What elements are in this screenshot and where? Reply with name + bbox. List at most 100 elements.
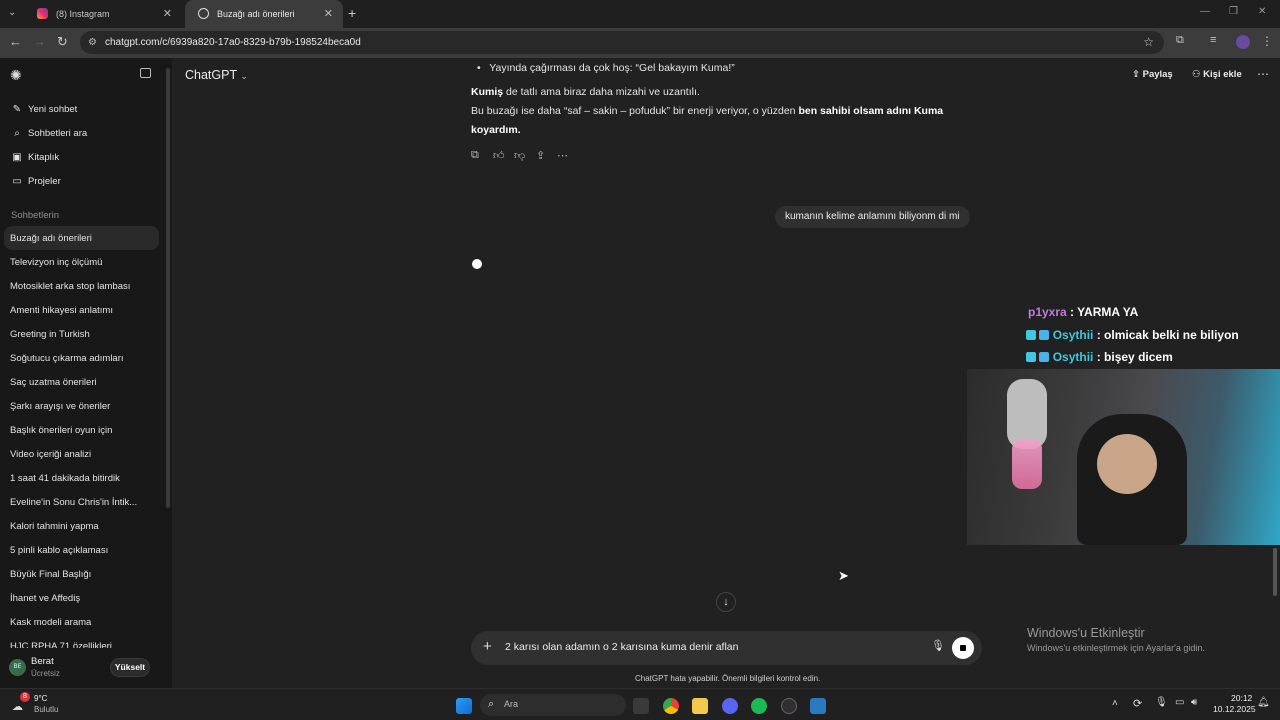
sidebar-chat-item[interactable]: Kask modeli arama xyxy=(10,617,91,628)
sidebar-chat-item[interactable]: Amenti hikayesi anlatımı xyxy=(10,305,113,316)
task-view-icon[interactable] xyxy=(633,698,649,714)
sidebar-chat-item[interactable]: Televizyon inç ölçümü xyxy=(10,257,102,268)
thumbs-down-icon[interactable]: 👎︎ xyxy=(514,149,525,162)
site-info-icon[interactable]: ⚙ xyxy=(88,31,97,54)
browser-toolbar: ⚙ chatgpt.com/c/6939a820-17a0-8329-b79b-… xyxy=(0,28,1280,58)
upgrade-button[interactable]: Yükselt xyxy=(110,658,150,677)
sidebar-chat-item[interactable]: Eveline'in Sonu Chris'in İntik... xyxy=(10,497,137,508)
assistant-bullet-item: • Yayında çağırması da çok hoş: “Gel bak… xyxy=(477,59,735,78)
sidebar-chat-item[interactable]: Kalori tahmini yapma xyxy=(10,521,99,532)
new-tab-icon[interactable]: + xyxy=(348,5,356,21)
more-options-icon[interactable]: ⋯ xyxy=(1257,67,1269,81)
tray-sync-icon[interactable]: ⟳ xyxy=(1133,697,1142,710)
composer: + 2 karısı olan adamın o 2 karısına kuma… xyxy=(471,631,982,665)
minimize-icon[interactable]: — xyxy=(1200,6,1210,17)
stop-generation-button[interactable] xyxy=(952,637,974,659)
sidebar-chat-item[interactable]: 1 saat 41 dakikada bitirdik xyxy=(10,473,120,484)
tab-chatgpt[interactable]: Buzağı adı önerileri ✕ xyxy=(185,0,343,28)
close-icon[interactable]: ✕ xyxy=(163,7,172,20)
activation-watermark-title: Windows'u Etkinleştir xyxy=(1027,626,1145,640)
sidebar-chat-item[interactable]: Şarkı arayışı ve öneriler xyxy=(10,401,110,412)
tray-network-icon[interactable]: ▭ xyxy=(1175,697,1184,708)
chat-username: Osythii xyxy=(1052,350,1094,364)
app-icon[interactable] xyxy=(810,698,826,714)
model-selector[interactable]: ChatGPT ⌄ xyxy=(185,68,248,82)
extensions-icon[interactable]: ⧉ xyxy=(1176,34,1184,47)
spotify-icon[interactable] xyxy=(751,698,767,714)
copy-icon[interactable]: ⧉ xyxy=(471,149,479,162)
add-person-button[interactable]: ⚇ Kişi ekle xyxy=(1192,69,1242,80)
file-explorer-icon[interactable] xyxy=(692,698,708,714)
scroll-down-button[interactable]: ↓ xyxy=(716,592,736,612)
mouse-cursor-icon: ➤ xyxy=(838,568,849,583)
sidebar-toggle-icon[interactable] xyxy=(140,68,151,78)
sidebar-chat-item[interactable]: İhanet ve Affediş xyxy=(10,593,80,604)
reload-icon[interactable]: ↻ xyxy=(57,34,68,50)
add-person-label: Kişi ekle xyxy=(1203,69,1242,80)
tab-label: (8) Instagram xyxy=(56,9,110,19)
tray-volume-icon[interactable]: 🔊︎ xyxy=(1191,697,1197,708)
microphone-icon[interactable]: 🎙︎ xyxy=(931,639,945,652)
chrome-icon[interactable] xyxy=(663,698,679,714)
profile-avatar[interactable] xyxy=(1236,35,1250,49)
tab-list-icon[interactable]: ⌄ xyxy=(8,7,16,18)
obs-icon[interactable] xyxy=(781,698,797,714)
clock-time[interactable]: 20:12 xyxy=(1231,693,1252,703)
nav-new-chat[interactable]: ✎ Yeni sohbet xyxy=(12,104,78,115)
share-button[interactable]: ⇪ Paylaş xyxy=(1132,69,1173,80)
sidebar-chat-item[interactable]: Başlık önerileri oyun için xyxy=(10,425,112,436)
windows-start-icon[interactable] xyxy=(456,698,472,714)
badge-icon xyxy=(1039,352,1050,362)
more-icon[interactable]: ⋯ xyxy=(557,149,568,162)
sidebar-chat-item[interactable]: Buzağı adı önerileri xyxy=(10,233,92,244)
sidebar-chat-item[interactable]: Video içeriği analizi xyxy=(10,449,91,460)
bookmark-star-icon[interactable]: ☆ xyxy=(1143,31,1154,54)
chat-message: bişey dicem xyxy=(1104,350,1173,364)
sidebar-chat-item[interactable]: 5 pinli kablo açıklaması xyxy=(10,545,108,556)
sidebar-chat-item[interactable]: Motosiklet arka stop lambası xyxy=(10,281,130,292)
media-icon[interactable]: ≡ xyxy=(1210,34,1216,46)
notification-bell-icon[interactable]: 🔔︎ xyxy=(1257,697,1270,708)
back-icon[interactable]: ← xyxy=(9,34,22,49)
instagram-icon xyxy=(37,8,48,19)
sidebar-chat-item[interactable]: HJC RPHA 71 özellikleri xyxy=(10,641,112,648)
search-icon: ⌕ xyxy=(14,128,20,139)
windows-taskbar: 8 ☁ 9°C Bulutlu ⌕ Ara ˄ ⟳ 🎙︎ ▭ 🔊︎ 20:12 … xyxy=(0,688,1280,720)
discord-icon[interactable] xyxy=(722,698,738,714)
chatgpt-icon xyxy=(198,8,209,19)
mic-light-image xyxy=(1012,439,1042,489)
thumbs-up-icon[interactable]: 👍︎ xyxy=(493,149,505,162)
nav-projects[interactable]: ▭ Projeler xyxy=(12,176,60,187)
page-scrollbar[interactable] xyxy=(1273,548,1277,596)
sidebar-chat-item[interactable]: Saç uzatma önerileri xyxy=(10,377,97,388)
nav-label: Kitaplık xyxy=(28,152,60,163)
clock-date[interactable]: 10.12.2025 xyxy=(1213,704,1256,714)
sidebar-chat-item[interactable]: Soğutucu çıkarma adımları xyxy=(10,353,124,364)
tray-microphone-icon[interactable]: 🎙︎ xyxy=(1155,697,1168,708)
message-input[interactable]: 2 karısı olan adamın o 2 karısına kuma d… xyxy=(505,641,738,653)
nav-library[interactable]: ▣ Kitaplık xyxy=(12,152,59,163)
close-icon[interactable]: ✕ xyxy=(324,7,333,20)
openai-logo-icon[interactable]: ✺ xyxy=(10,67,22,84)
nav-label: Yeni sohbet xyxy=(28,104,78,115)
plus-icon[interactable]: + xyxy=(483,638,492,655)
user-profile-row[interactable]: BE Berat Ücretsiz Yükselt xyxy=(0,652,172,688)
sidebar-chat-item[interactable]: Greeting in Turkish xyxy=(10,329,90,340)
search-icon: ⌕ xyxy=(488,698,495,710)
sidebar-chat-item[interactable]: Büyük Final Başlığı xyxy=(10,569,91,580)
nav-search-chats[interactable]: ⌕ Sohbetleri ara xyxy=(12,128,87,139)
menu-icon[interactable]: ⋮ xyxy=(1261,34,1273,48)
tray-chevron-icon[interactable]: ˄ xyxy=(1112,698,1118,709)
maximize-icon[interactable]: ❐ xyxy=(1229,6,1238,17)
tab-instagram[interactable]: (8) Instagram ✕ xyxy=(24,0,182,28)
thinking-indicator xyxy=(472,259,482,269)
close-window-icon[interactable]: ✕ xyxy=(1258,6,1266,17)
badge-icon xyxy=(1039,330,1050,340)
share-icon: ⇪ xyxy=(1132,69,1140,80)
forward-icon[interactable]: → xyxy=(33,34,46,49)
avatar: BE xyxy=(9,659,26,676)
address-bar[interactable]: ⚙ chatgpt.com/c/6939a820-17a0-8329-b79b-… xyxy=(80,31,1164,54)
taskbar-search[interactable]: ⌕ Ara xyxy=(480,694,626,716)
sidebar-scrollbar[interactable] xyxy=(166,68,170,508)
share-icon[interactable]: ⇪ xyxy=(536,149,545,162)
